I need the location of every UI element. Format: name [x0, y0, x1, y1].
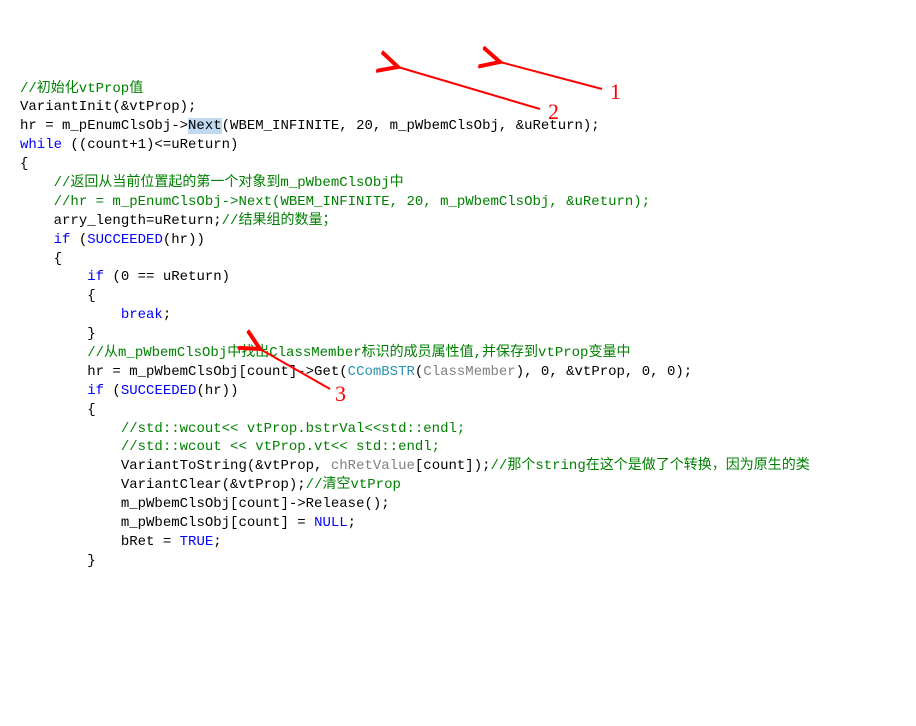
code-line: =uReturn;	[146, 213, 222, 229]
code-line: ((count+1)<=uReturn)	[62, 137, 238, 153]
comment: //从m_pWbemClsObj中找出ClassMember标识的成员属性值,并…	[87, 345, 630, 361]
keyword-true: TRUE	[180, 534, 214, 550]
comment: //std::wcout << vtProp.vt<< std::endl;	[121, 439, 440, 455]
macro-succeeded: SUCCEEDED	[87, 232, 163, 248]
keyword-null: NULL	[314, 515, 348, 531]
brace: }	[87, 326, 95, 342]
code-line: (0 == uReturn)	[104, 269, 230, 285]
brace: {	[87, 288, 95, 304]
code-line: ;	[348, 515, 356, 531]
comment: //结果组的数量；	[222, 213, 337, 229]
code-line: m_pWbemClsObj[count] =	[121, 515, 314, 531]
code-line: VariantToString(&vtProp,	[121, 458, 331, 474]
brace: {	[20, 156, 28, 172]
code-line: ;	[163, 307, 171, 323]
comment: //初始化vtProp值	[20, 81, 143, 97]
code-line: hr = m_pWbemClsObj[count]->Get(	[87, 364, 347, 380]
code-line: (	[104, 383, 121, 399]
code-line: (	[70, 232, 87, 248]
param-grey: ClassMember	[423, 364, 515, 380]
brace: {	[54, 251, 62, 267]
code-line: ), 0, &vtProp, 0, 0);	[516, 364, 692, 380]
brace: {	[87, 402, 95, 418]
code-line: (WBEM_INFINITE, 20, m_pWbemClsObj, &uRet…	[222, 118, 600, 134]
code-block: //初始化vtProp值 VariantInit(&vtProp); hr = …	[20, 80, 916, 571]
type-ccombstr: CComBSTR	[348, 364, 415, 380]
code-line: (hr))	[163, 232, 205, 248]
param-grey: chRetValue	[331, 458, 415, 474]
keyword-if: if	[87, 269, 104, 285]
comment: //返回从当前位置起的第一个对象到m_pWbemClsObj中	[54, 175, 404, 191]
selected-text[interactable]: Next	[188, 118, 222, 134]
code-line: m_pWbemClsObj[count]->Release();	[121, 496, 390, 512]
comment: //那个string在这个是做了个转换，因为原生的类	[491, 458, 810, 474]
code-line: ;	[213, 534, 221, 550]
code-line: (hr))	[196, 383, 238, 399]
code-line: [count]);	[415, 458, 491, 474]
code-line: hr = m_pEnumClsObj->	[20, 118, 188, 134]
keyword-if: if	[87, 383, 104, 399]
comment: //清空vtProp	[306, 477, 401, 493]
code-line: VariantClear(&vtProp);	[121, 477, 306, 493]
keyword-if: if	[54, 232, 71, 248]
code-line: VariantInit(&vtProp);	[20, 99, 196, 115]
comment: //hr = m_pEnumClsObj->Next(WBEM_INFINITE…	[54, 194, 651, 210]
code-line: bRet =	[121, 534, 180, 550]
keyword-while: while	[20, 137, 62, 153]
macro-succeeded: SUCCEEDED	[121, 383, 197, 399]
keyword-break: break	[121, 307, 163, 323]
code-line: arry_length	[54, 213, 146, 229]
comment: //std::wcout<< vtProp.bstrVal<<std::endl…	[121, 421, 465, 437]
brace: }	[87, 553, 95, 569]
